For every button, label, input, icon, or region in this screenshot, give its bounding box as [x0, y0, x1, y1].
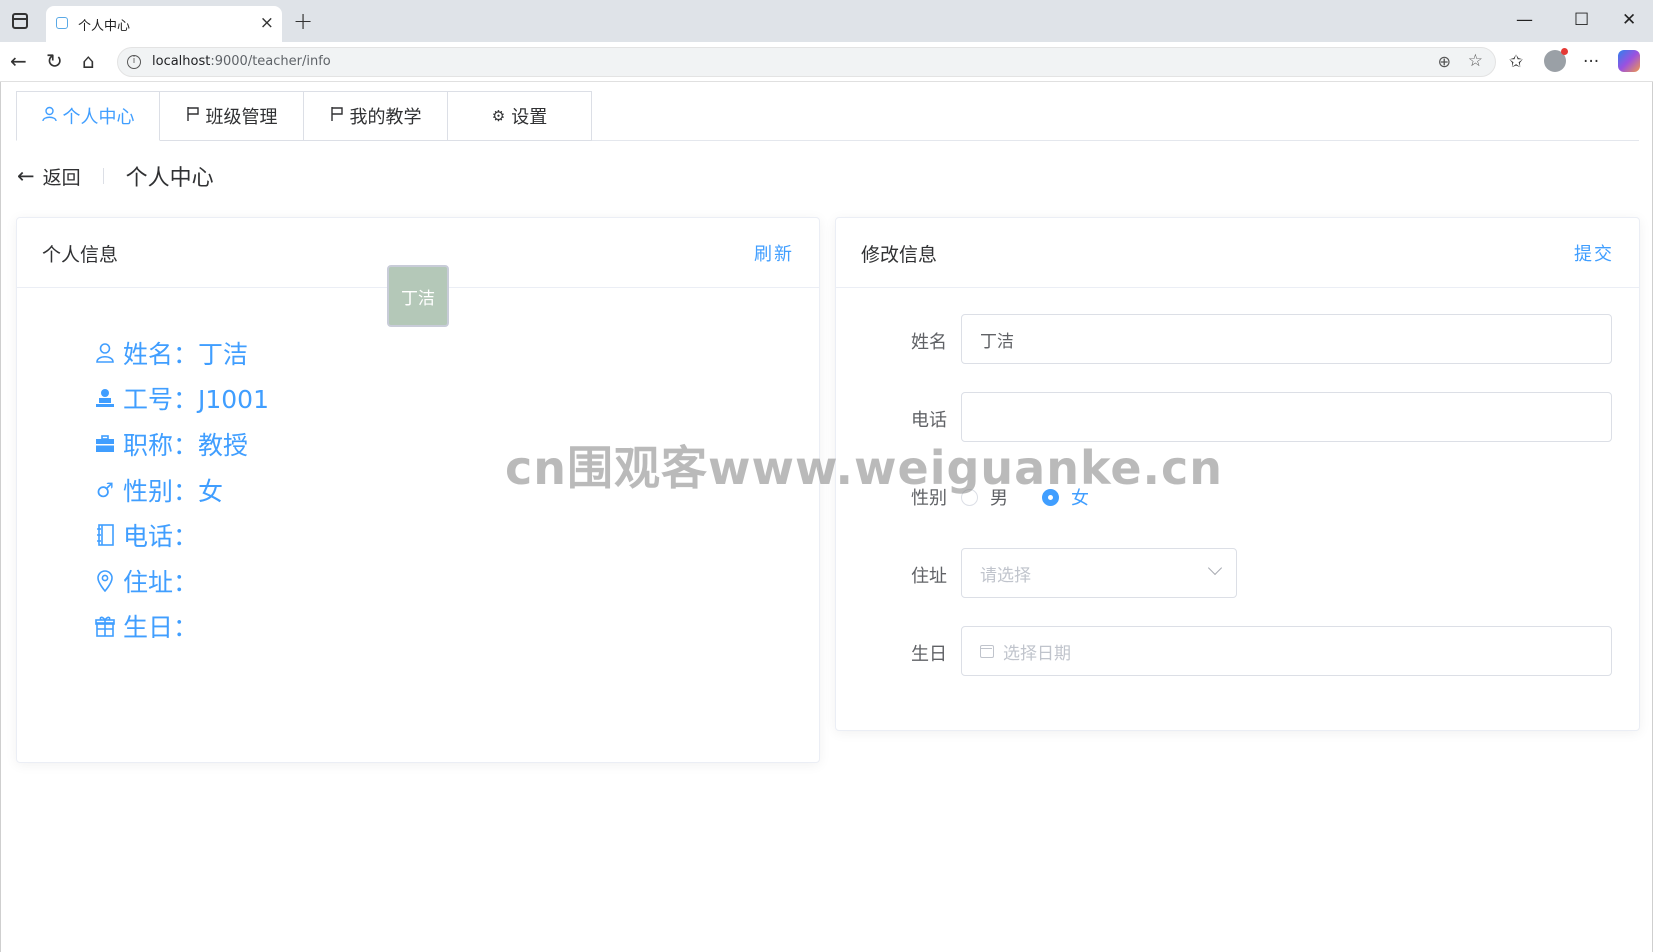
avatar: 丁洁 — [387, 265, 449, 327]
gender-radio-female[interactable]: 女 — [1042, 484, 1089, 510]
header-divider — [102, 168, 104, 184]
close-window-button[interactable]: ✕ — [1622, 9, 1636, 31]
notebook-icon — [93, 524, 117, 546]
calendar-icon — [980, 644, 994, 658]
stamp-icon — [93, 387, 117, 409]
back-icon[interactable]: ← — [10, 49, 27, 73]
tab-settings[interactable]: ⚙ 设置 — [448, 91, 592, 141]
address-label: 住址 — [911, 566, 947, 587]
user-icon — [41, 106, 57, 126]
radio-circle[interactable] — [1042, 488, 1059, 506]
info-address: 住址： — [93, 558, 269, 604]
gender-radio-group: 男 女 — [961, 484, 1123, 510]
radio-circle[interactable] — [961, 488, 978, 506]
copilot-icon[interactable] — [1618, 50, 1640, 72]
submit-button[interactable]: 提交 — [1574, 240, 1614, 266]
name-label: 姓名 — [911, 332, 947, 353]
home-icon[interactable]: ⌂ — [82, 49, 95, 73]
url-text: localhost:9000/teacher/info — [152, 54, 331, 69]
personal-info-card: 个人信息 刷新 丁洁 姓名：丁洁 工号：J1001 职称：教授 ♂ 性别：女 电… — [16, 217, 820, 763]
tab-personal-center[interactable]: 个人中心 — [16, 91, 160, 141]
phone-input[interactable] — [961, 392, 1612, 442]
favicon-icon — [56, 17, 68, 29]
phone-label: 电话 — [911, 410, 947, 431]
gender-label: 性别 — [911, 488, 947, 509]
tab-class-management[interactable]: 班级管理 — [160, 91, 304, 141]
info-title: 职称：教授 — [93, 421, 269, 467]
refresh-button[interactable]: 刷新 — [754, 240, 794, 266]
flag-icon — [186, 106, 200, 126]
chevron-down-icon — [1207, 560, 1223, 576]
tab-label: 设置 — [511, 107, 548, 128]
info-phone: 电话： — [93, 512, 269, 558]
new-tab-button[interactable]: + — [293, 7, 313, 35]
tab-label: 个人中心 — [62, 107, 135, 128]
page-title: 个人中心 — [125, 166, 214, 191]
tab-my-teaching[interactable]: 我的教学 — [304, 91, 448, 141]
info-name: 姓名：丁洁 — [93, 330, 269, 376]
tab-label: 我的教学 — [349, 107, 422, 128]
name-input[interactable]: 丁洁 — [961, 314, 1612, 364]
favorite-star-icon[interactable]: ☆ — [1468, 51, 1483, 71]
form-row-gender: 性别 男 女 — [836, 470, 1641, 520]
url-input[interactable]: i localhost:9000/teacher/info ⊕ ☆ — [117, 47, 1496, 77]
form-row-name: 姓名 丁洁 — [836, 314, 1641, 364]
address-select[interactable]: 请选择 — [961, 548, 1237, 598]
back-button[interactable]: 返回 — [43, 163, 81, 190]
browser-tab[interactable]: 个人中心 × — [46, 6, 282, 42]
page-header: ← 返回 个人中心 — [17, 160, 214, 192]
flag-icon — [330, 106, 344, 126]
present-icon — [93, 615, 117, 638]
card-header: 修改信息 提交 — [836, 218, 1639, 288]
more-menu-icon[interactable]: ··· — [1583, 51, 1599, 73]
browser-tab-title: 个人中心 — [78, 19, 131, 34]
info-list: 姓名：丁洁 工号：J1001 职称：教授 ♂ 性别：女 电话： 住址： 生日： — [93, 330, 269, 649]
browser-tab-bar: 个人中心 × + — ☐ ✕ — [0, 0, 1653, 42]
form-row-phone: 电话 — [836, 392, 1641, 442]
info-birthday: 生日： — [93, 604, 269, 650]
tab-actions-icon[interactable] — [12, 13, 28, 29]
reload-icon[interactable]: ↻ — [46, 49, 63, 73]
card-title: 修改信息 — [861, 244, 938, 266]
zoom-icon[interactable]: ⊕ — [1438, 52, 1451, 71]
tab-close-icon[interactable]: × — [260, 13, 274, 33]
birthday-date-picker[interactable]: 选择日期 — [961, 626, 1612, 676]
form-row-address: 住址 请选择 — [836, 548, 1641, 598]
notification-dot — [1561, 48, 1568, 55]
edit-info-card: 修改信息 提交 姓名 丁洁 电话 性别 男 女 住址 请选择 生日 选择日期 — [835, 217, 1640, 731]
info-id: 工号：J1001 — [93, 376, 269, 422]
minimize-button[interactable]: — — [1516, 9, 1533, 31]
site-info-icon[interactable]: i — [127, 55, 141, 69]
birthday-label: 生日 — [911, 644, 947, 665]
back-arrow-icon[interactable]: ← — [17, 164, 35, 188]
card-title: 个人信息 — [42, 244, 119, 266]
gear-icon: ⚙ — [491, 107, 506, 125]
male-icon: ♂ — [96, 477, 114, 502]
app-nav-tabs: 个人中心 班级管理 我的教学 ⚙ 设置 — [16, 91, 592, 141]
tab-label: 班级管理 — [205, 107, 278, 128]
user-icon — [93, 342, 117, 364]
address-bar: ← ↻ ⌂ i localhost:9000/teacher/info ⊕ ☆ … — [0, 42, 1653, 82]
gender-radio-male[interactable]: 男 — [961, 484, 1008, 510]
page-content: 个人中心 班级管理 我的教学 ⚙ 设置 ← 返回 个人中心 个人信息 刷新 丁洁… — [0, 82, 1653, 952]
maximize-button[interactable]: ☐ — [1574, 9, 1589, 31]
favorites-icon[interactable]: ✩ — [1509, 51, 1523, 73]
location-icon — [93, 569, 117, 592]
form-row-birthday: 生日 选择日期 — [836, 626, 1641, 676]
briefcase-icon — [93, 434, 117, 454]
info-gender: ♂ 性别：女 — [93, 467, 269, 513]
